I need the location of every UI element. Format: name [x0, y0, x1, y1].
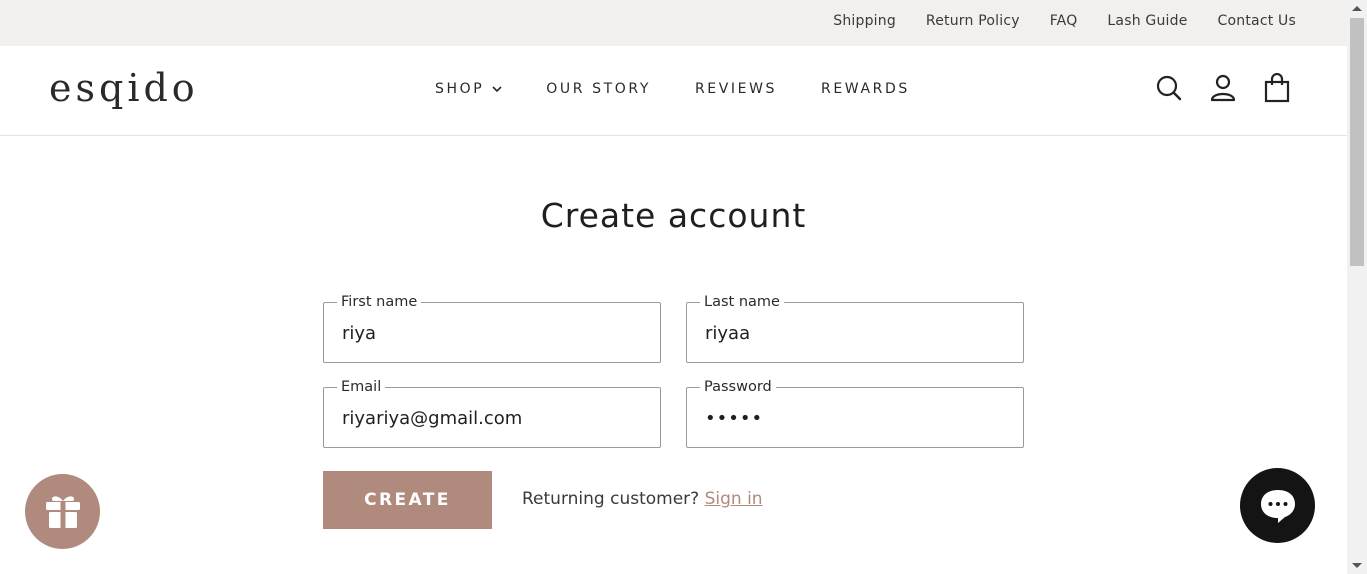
main-nav: SHOP OUR STORY REVIEWS REWARDS [435, 81, 954, 97]
chat-bubble-icon [1261, 490, 1295, 523]
nav-item-label: SHOP [435, 81, 485, 97]
first-name-input[interactable] [342, 321, 642, 345]
first-name-field: First name [323, 292, 661, 363]
nav-item-label: REVIEWS [694, 81, 778, 97]
logo[interactable]: esqido [49, 66, 199, 110]
account-icon[interactable] [1209, 73, 1237, 103]
email-field: Email [323, 377, 661, 448]
site-header: esqido SHOP OUR STORY REVIEWS REWARDS [0, 46, 1347, 136]
first-name-label: First name [337, 292, 422, 312]
returning-customer-text: Returning customer? Sign in [522, 489, 763, 509]
scroll-down-arrow-icon[interactable] [1352, 563, 1362, 568]
email-input[interactable] [342, 406, 642, 430]
last-name-field: Last name [686, 292, 1024, 363]
scroll-thumb[interactable] [1350, 18, 1364, 266]
chat-button[interactable] [1240, 468, 1315, 543]
nav-item-label: REWARDS [821, 81, 910, 97]
nav-item-shop[interactable]: SHOP [435, 81, 502, 97]
utility-bar: Shipping Return Policy FAQ Lash Guide Co… [0, 0, 1347, 46]
sign-in-link[interactable]: Sign in [705, 489, 763, 509]
nav-item-label: OUR STORY [546, 81, 651, 97]
utility-link-lash-guide[interactable]: Lash Guide [1107, 13, 1187, 29]
password-input[interactable] [705, 406, 1005, 430]
utility-link-contact-us[interactable]: Contact Us [1218, 13, 1296, 29]
nav-item-rewards[interactable]: REWARDS [821, 81, 910, 97]
rewards-gift-button[interactable] [25, 474, 100, 549]
utility-link-faq[interactable]: FAQ [1050, 13, 1078, 29]
utility-links: Shipping Return Policy FAQ Lash Guide Co… [803, 13, 1296, 29]
returning-customer-label: Returning customer? [522, 489, 705, 509]
create-button[interactable]: CREATE [323, 471, 492, 529]
gift-icon [46, 496, 80, 528]
utility-link-shipping[interactable]: Shipping [833, 13, 896, 29]
scroll-up-arrow-icon[interactable] [1352, 6, 1362, 11]
password-field: Password [686, 377, 1024, 448]
cart-icon[interactable] [1263, 73, 1291, 103]
last-name-input[interactable] [705, 321, 1005, 345]
nav-item-our-story[interactable]: OUR STORY [546, 81, 651, 97]
search-icon[interactable] [1155, 73, 1183, 103]
email-label: Email [337, 377, 386, 397]
utility-link-return-policy[interactable]: Return Policy [926, 13, 1020, 29]
page-scrollbar[interactable] [1347, 0, 1367, 574]
header-icons [1129, 73, 1291, 103]
nav-item-reviews[interactable]: REVIEWS [695, 81, 777, 97]
password-label: Password [700, 377, 776, 397]
last-name-label: Last name [700, 292, 784, 312]
page-title: Create account [540, 196, 807, 235]
chevron-down-icon [492, 86, 502, 93]
